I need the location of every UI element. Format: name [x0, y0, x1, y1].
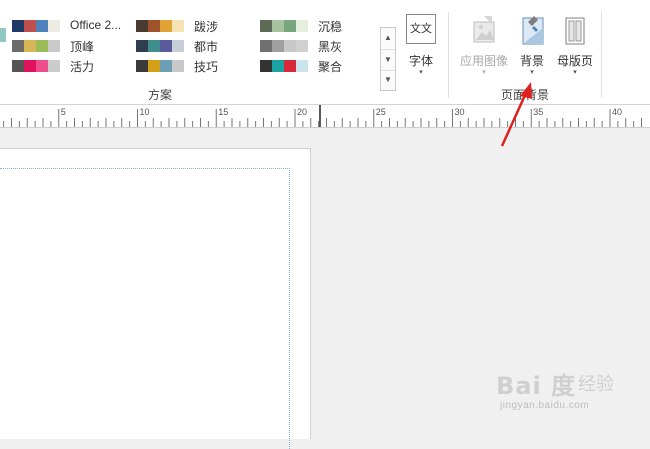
group-label-schemes: 方案 [148, 88, 173, 102]
fonts-button[interactable]: 文文 字体 ▾ [403, 14, 439, 84]
color-swatch [284, 20, 296, 32]
theme-scheme-name: 黑灰 [318, 40, 343, 54]
color-swatch [148, 40, 160, 52]
color-swatch [296, 40, 308, 52]
theme-scheme-name: 聚合 [318, 60, 343, 74]
color-swatch [260, 60, 272, 72]
background-icon [522, 16, 544, 45]
theme-color-swatches [260, 60, 308, 72]
color-swatch [296, 60, 308, 72]
fonts-icon: 文文 [406, 14, 436, 44]
ruler-label: 5 [60, 107, 66, 117]
theme-scheme-name: 技巧 [194, 60, 219, 74]
ruler-ticks [3, 105, 642, 127]
publication-page[interactable] [0, 148, 311, 449]
ribbon: Office 2... 跋涉 沉稳顶峰 都市 黑灰活力 技巧 聚合 ▲ ▼ ▼ 方案 文文 … [0, 0, 650, 105]
apply-image-button[interactable]: 应用图像 ▾ [456, 14, 512, 84]
gallery-more-button[interactable]: ▼ [381, 70, 395, 90]
color-swatch [24, 20, 36, 32]
theme-color-swatches [136, 60, 184, 72]
color-swatch [172, 20, 184, 32]
apply-image-button-label: 应用图像 [459, 54, 508, 68]
chevron-down-icon: ▾ [573, 69, 577, 76]
ruler-label: 40 [612, 107, 623, 117]
color-swatch [136, 60, 148, 72]
color-swatch [48, 60, 60, 72]
gallery-left-edge [0, 28, 6, 42]
color-swatch [12, 60, 24, 72]
color-swatch [12, 20, 24, 32]
color-swatch [160, 60, 172, 72]
color-swatch [284, 40, 296, 52]
color-swatch [296, 20, 308, 32]
watermark-suffix: 经验 [578, 374, 614, 394]
color-swatch [272, 60, 284, 72]
gallery-scroll-down-button[interactable]: ▼ [381, 49, 395, 71]
theme-scheme-name: 跋涉 [194, 20, 219, 34]
color-swatch [160, 20, 172, 32]
horizontal-ruler[interactable]: 5 10 15 20 25 30 35 40 [0, 105, 650, 128]
apply-image-icon [473, 16, 495, 43]
color-swatch [36, 60, 48, 72]
group-label-page-background: 页面背景 [501, 88, 550, 102]
ruler-label: 35 [533, 107, 544, 117]
theme-color-swatches [12, 60, 60, 72]
theme-scheme-name: 活力 [70, 60, 95, 74]
ruler-label: 10 [139, 107, 150, 117]
ruler-label: 20 [297, 107, 308, 117]
chevron-down-icon: ▾ [530, 69, 534, 76]
master-page-button[interactable]: 母版页 ▾ [552, 14, 598, 84]
background-button[interactable]: 背景 ▾ [514, 14, 550, 84]
color-swatch [260, 40, 272, 52]
gallery-scrollbar[interactable]: ▲ ▼ ▼ [380, 27, 396, 91]
theme-scheme-name: 都市 [194, 40, 219, 54]
theme-color-swatches [136, 20, 184, 32]
color-swatch [172, 60, 184, 72]
color-swatch [24, 40, 36, 52]
themes-gallery: Office 2... 跋涉 沉稳顶峰 都市 黑灰活力 技巧 聚合 ▲ ▼ ▼ [0, 10, 396, 91]
chevron-down-icon: ▾ [482, 69, 486, 76]
color-swatch [148, 20, 160, 32]
watermark-brand: Bai 度 [496, 372, 577, 400]
background-button-label: 背景 [519, 54, 544, 68]
color-swatch [136, 40, 148, 52]
ruler-label: 30 [454, 107, 465, 117]
ribbon-separator [601, 12, 602, 98]
color-swatch [136, 20, 148, 32]
color-swatch [48, 20, 60, 32]
color-swatch [48, 40, 60, 52]
ruler-label: 25 [375, 107, 386, 117]
color-swatch [148, 60, 160, 72]
ruler-label: 15 [218, 107, 229, 117]
ribbon-separator [448, 12, 449, 98]
theme-color-swatches [260, 40, 308, 52]
theme-scheme-name: 沉稳 [318, 20, 343, 34]
theme-color-swatches [260, 20, 308, 32]
color-swatch [260, 20, 272, 32]
gallery-scroll-up-button[interactable]: ▲ [381, 28, 395, 48]
fonts-button-label: 字体 [408, 54, 433, 68]
color-swatch [272, 20, 284, 32]
theme-color-swatches [12, 40, 60, 52]
chevron-down-icon: ▾ [419, 69, 423, 76]
theme-scheme-name: 顶峰 [70, 40, 95, 54]
color-swatch [12, 40, 24, 52]
color-swatch [36, 40, 48, 52]
baidu-watermark: Bai 度 经验 jingyan.baidu.com [496, 366, 646, 426]
theme-scheme-name: Office 2... [70, 18, 122, 32]
color-swatch [172, 40, 184, 52]
color-swatch [284, 60, 296, 72]
color-swatch [272, 40, 284, 52]
theme-color-swatches [12, 20, 60, 32]
theme-color-swatches [136, 40, 184, 52]
margin-guide [0, 168, 290, 449]
color-swatch [24, 60, 36, 72]
master-page-icon [565, 17, 585, 45]
color-swatch [160, 40, 172, 52]
color-swatch [36, 20, 48, 32]
master-page-button-label: 母版页 [556, 54, 593, 68]
watermark-url: jingyan.baidu.com [500, 400, 590, 411]
